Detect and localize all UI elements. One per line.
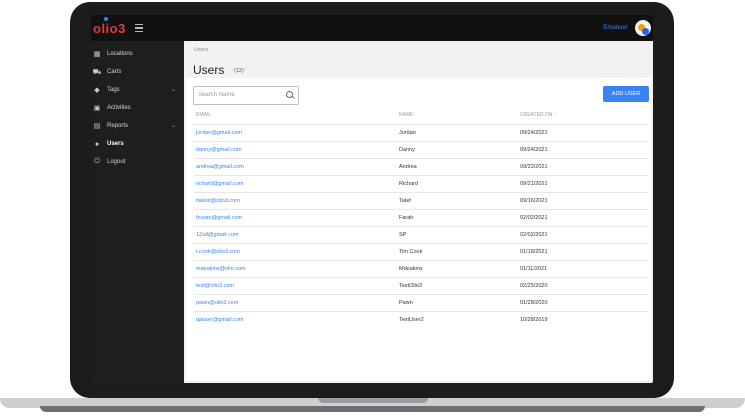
sidebar-item-label: Tags: [107, 87, 120, 93]
sidebar: ▦ Locations ⛟ Carts ◆ Tags ⌄ ▣ Activitie…: [91, 41, 184, 383]
top-bar: olio3 Emanuel: [91, 15, 653, 41]
building-icon: ▦: [93, 51, 101, 58]
laptop-base-shadow: [40, 406, 705, 412]
table-header: EMAIL NAME CREATED ON ↑: [194, 112, 649, 124]
table-row[interactable]: jordan@gmail.com Jordan 09/24/2021: [194, 124, 649, 142]
user-created-date: 02/25/2020: [520, 283, 548, 289]
user-email-link[interactable]: itatest@olio3.com: [196, 198, 240, 204]
user-name: Mdeakins: [399, 266, 423, 272]
user-created-date: 10/28/2019: [520, 317, 548, 323]
table-row[interactable]: 12sd@gmail.com SP 02/02/2021: [194, 226, 649, 244]
chevron-down-icon: ⌄: [170, 87, 176, 93]
sidebar-item-users[interactable]: ● Users: [91, 135, 184, 153]
user-created-date: 09/24/2021: [520, 130, 548, 136]
table-row[interactable]: richard@gmail.com Richard 09/21/2021: [194, 175, 649, 193]
user-email-link[interactable]: qauser@gmail.com: [196, 317, 243, 323]
user-name: Jordan: [399, 130, 416, 136]
column-header-created[interactable]: CREATED ON ↑: [520, 112, 556, 118]
user-name: Richard: [399, 181, 418, 187]
user-name: Pawn: [399, 300, 413, 306]
sidebar-item-reports[interactable]: ▤ Reports ⌄: [91, 117, 184, 135]
add-user-button[interactable]: ADD USER: [603, 86, 649, 102]
report-icon: ▤: [93, 123, 101, 130]
column-header-name[interactable]: NAME: [399, 112, 413, 118]
avatar[interactable]: [635, 20, 651, 36]
user-name: Andrea: [399, 164, 417, 170]
tag-icon: ◆: [94, 87, 100, 94]
breadcrumb[interactable]: Users: [194, 47, 208, 53]
sidebar-item-logout[interactable]: ⏻ Logout: [91, 153, 184, 171]
user-name: TestOlio3: [399, 283, 422, 289]
user-created-date: 09/16/2021: [520, 198, 548, 204]
chevron-down-icon: ⌄: [170, 123, 176, 129]
user-email-link[interactable]: t.cook@olio3.com: [196, 249, 240, 255]
user-email-link[interactable]: danny@gmail.com: [196, 147, 242, 153]
user-email-link[interactable]: richard@gmail.com: [196, 181, 243, 187]
main-content: Users Users (12) ADD USER EMAIL NAME CRE…: [184, 41, 653, 383]
current-user-name[interactable]: Emanuel: [603, 25, 627, 31]
logo-dot-icon: [104, 17, 108, 21]
table-row[interactable]: test@olio3.com TestOlio3 02/25/2020: [194, 277, 649, 295]
user-count: (12): [234, 68, 244, 74]
user-created-date: 01/28/2020: [520, 300, 548, 306]
user-email-link[interactable]: jordan@gmail.com: [196, 130, 242, 136]
sidebar-item-label: Activities: [107, 105, 131, 111]
power-icon: ⏻: [94, 158, 100, 165]
user-created-date: 01/11/2021: [520, 266, 548, 272]
user-email-link[interactable]: pawn@olio3.com: [196, 300, 238, 306]
user-created-date: 01/18/2021: [520, 249, 548, 255]
sidebar-item-label: Carts: [107, 69, 122, 75]
user-created-date: 09/21/2021: [520, 181, 548, 187]
user-email-link[interactable]: 12sd@gmail.com: [196, 232, 239, 238]
page-title: Users: [193, 63, 225, 77]
user-name: SP: [399, 232, 407, 238]
user-email-link[interactable]: test@olio3.com: [196, 283, 234, 289]
users-icon: ●: [94, 140, 100, 148]
sidebar-item-label: Logout: [107, 159, 126, 165]
search-icon[interactable]: [286, 91, 293, 98]
sidebar-item-label: Users: [107, 141, 124, 147]
table-row[interactable]: itatest@olio3.com Tatet 09/16/2021: [194, 192, 649, 210]
sidebar-item-activities[interactable]: ▣ Activities: [91, 99, 184, 117]
sidebar-item-label: Locations: [107, 51, 133, 57]
user-email-link[interactable]: fouran@gmail.com: [196, 215, 242, 221]
user-email-link[interactable]: andrea@gmail.com: [196, 164, 244, 170]
table-row[interactable]: pawn@olio3.com Pawn 01/28/2020: [194, 294, 649, 312]
cart-icon: ⛟: [92, 68, 102, 76]
calendar-icon: ▣: [93, 105, 101, 112]
user-name: Danny: [399, 147, 415, 153]
search-box[interactable]: [193, 86, 299, 105]
user-name: Tim Cook: [399, 249, 423, 255]
table-row[interactable]: danny@gmail.com Danny 09/24/2021: [194, 141, 649, 159]
hamburger-menu-icon[interactable]: [135, 24, 143, 32]
user-created-date: 09/24/2021: [520, 147, 548, 153]
table-row[interactable]: andrea@gmail.com Andrea 09/22/2021: [194, 158, 649, 176]
table-row[interactable]: mdeakins@olio.com Mdeakins 01/11/2021: [194, 260, 649, 278]
sidebar-item-label: Reports: [107, 123, 129, 129]
sidebar-item-carts[interactable]: ⛟ Carts: [91, 63, 184, 81]
user-name: Farah: [399, 215, 414, 221]
user-created-date: 02/02/2021: [520, 232, 548, 238]
table-row[interactable]: fouran@gmail.com Farah 02/02/2021: [194, 209, 649, 227]
user-created-date: 09/22/2021: [520, 164, 548, 170]
sidebar-item-locations[interactable]: ▦ Locations: [91, 45, 184, 63]
users-panel: ADD USER EMAIL NAME CREATED ON ↑ jordan@…: [186, 78, 651, 381]
laptop-notch: [318, 398, 428, 403]
table-row[interactable]: qauser@gmail.com TestUser2 10/28/2019: [194, 311, 649, 329]
user-created-date: 02/02/2021: [520, 215, 548, 221]
app-screen: olio3 Emanuel ▦ Locations ⛟ Carts ◆ Tags…: [91, 15, 653, 383]
column-header-email[interactable]: EMAIL: [196, 112, 211, 118]
user-name: TestUser2: [399, 317, 424, 323]
user-email-link[interactable]: mdeakins@olio.com: [196, 266, 246, 272]
app-logo[interactable]: olio3: [93, 21, 126, 36]
search-input[interactable]: [198, 90, 278, 100]
table-row[interactable]: t.cook@olio3.com Tim Cook 01/18/2021: [194, 243, 649, 261]
user-name: Tatet: [399, 198, 411, 204]
sidebar-item-tags[interactable]: ◆ Tags ⌄: [91, 81, 184, 99]
